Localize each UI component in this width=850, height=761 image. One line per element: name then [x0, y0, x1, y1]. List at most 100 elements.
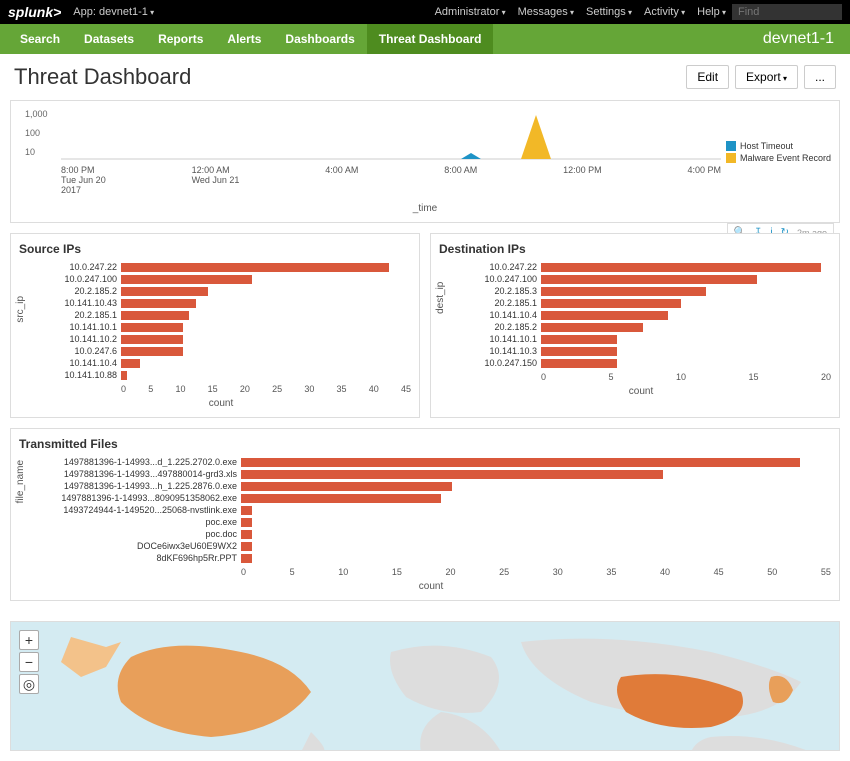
bar-label: 8dKF696hp5Rr.PPT [31, 553, 241, 563]
bar [241, 554, 252, 563]
bar-row: 1497881396-1-14993...h_1.225.2876.0.exe [31, 481, 831, 491]
x-tick: 8:00 PM Tue Jun 20 2017 [61, 165, 106, 195]
x-tick: 4:00 PM [687, 165, 721, 195]
x-tick: 30 [553, 567, 563, 577]
bar-label: 20.2.185.2 [31, 286, 121, 296]
app-selector[interactable]: App: devnet1-1 [73, 6, 154, 18]
x-tick: 5 [148, 384, 153, 394]
legend-label: Host Timeout [740, 141, 793, 151]
x-tick: 4:00 AM [325, 165, 358, 195]
bar-label: 1497881396-1-14993...497880014-grd3.xls [31, 469, 241, 479]
bar-label: 10.141.10.43 [31, 298, 121, 308]
x-tick: 25 [499, 567, 509, 577]
bar-row: 20.2.185.2 [451, 322, 831, 332]
panel-title: Source IPs [19, 242, 411, 256]
x-tick: 20 [240, 384, 250, 394]
xaxis-label: count [31, 398, 411, 409]
bar-row: 1493724944-1-149520...25068-nvstlink.exe [31, 505, 831, 515]
x-tick: 15 [208, 384, 218, 394]
bar-label: 1497881396-1-14993...h_1.225.2876.0.exe [31, 481, 241, 491]
x-tick: 0 [121, 384, 126, 394]
page-title: Threat Dashboard [14, 64, 191, 90]
bar [121, 299, 196, 308]
x-tick: 50 [767, 567, 777, 577]
legend-label: Malware Event Record [740, 153, 831, 163]
bar-label: 10.0.247.22 [31, 262, 121, 272]
bar-label: 20.2.185.1 [451, 298, 541, 308]
geo-map-panel[interactable]: + − ◎ [10, 621, 840, 751]
dest-ips-bars: 10.0.247.2210.0.247.10020.2.185.320.2.18… [451, 262, 831, 368]
nav-reports[interactable]: Reports [146, 24, 215, 54]
timeline-panel: 1,000 100 10 8:00 PM Tue Jun 20 2017 12:… [10, 100, 840, 223]
bar-row: 20.2.185.3 [451, 286, 831, 296]
bar-row: poc.exe [31, 517, 831, 527]
bar-label: 20.2.185.3 [451, 286, 541, 296]
files-panel: Transmitted Files file_name 1497881396-1… [10, 428, 840, 601]
bar-row: 1497881396-1-14993...d_1.225.2702.0.exe [31, 457, 831, 467]
x-tick: 40 [660, 567, 670, 577]
bar-label: 10.141.10.2 [31, 334, 121, 344]
bar-row: 10.141.10.4 [451, 310, 831, 320]
bar-row: DOCe6iwx3eU60E9WX2 [31, 541, 831, 551]
bar-label: 20.2.185.1 [31, 310, 121, 320]
bar [541, 323, 643, 332]
bar [121, 347, 183, 356]
dest-ips-panel: Destination IPs dest_ip 10.0.247.2210.0.… [430, 233, 840, 418]
bar-row: 10.0.247.150 [451, 358, 831, 368]
bar-row: 10.0.247.100 [31, 274, 411, 284]
x-tick: 45 [714, 567, 724, 577]
x-tick: 20 [446, 567, 456, 577]
bar [541, 275, 757, 284]
bar [241, 542, 252, 551]
bar-label: 10.141.10.4 [31, 358, 121, 368]
nav-dashboards[interactable]: Dashboards [273, 24, 366, 54]
bar-label: poc.doc [31, 529, 241, 539]
x-tick: 10 [175, 384, 185, 394]
page-header: Threat Dashboard Edit Export ... [0, 54, 850, 100]
x-tick: 0 [241, 567, 246, 577]
more-button[interactable]: ... [804, 65, 836, 89]
bar-row: 1497881396-1-14993...497880014-grd3.xls [31, 469, 831, 479]
x-tick: 0 [541, 372, 546, 382]
yaxis-label: src_ip [15, 295, 26, 322]
source-ips-bars: 10.0.247.22 10.0.247.100 20.2.185.2 10.141.… [31, 262, 411, 380]
x-tick: 55 [821, 567, 831, 577]
bar-row: poc.doc [31, 529, 831, 539]
bar [541, 287, 706, 296]
x-tick: 15 [748, 372, 758, 382]
timeline-chart: 1,000 100 10 8:00 PM Tue Jun 20 2017 12:… [19, 109, 831, 199]
nav-right-label: devnet1-1 [763, 30, 842, 48]
bar [121, 275, 252, 284]
x-tick: 35 [337, 384, 347, 394]
bar-row: 10.141.10.2 [31, 334, 411, 344]
bar [541, 347, 617, 356]
legend-swatch [726, 141, 736, 151]
export-button[interactable]: Export [735, 65, 798, 89]
bar-label: 10.0.247.6 [31, 346, 121, 356]
menu-activity[interactable]: Activity [644, 6, 685, 18]
nav-alerts[interactable]: Alerts [215, 24, 273, 54]
nav-threat-dashboard[interactable]: Threat Dashboard [367, 24, 494, 54]
y-tick: 1,000 [25, 109, 48, 119]
x-tick: 35 [606, 567, 616, 577]
nav-datasets[interactable]: Datasets [72, 24, 146, 54]
x-tick: 12:00 AM Wed Jun 21 [192, 165, 240, 195]
find-input[interactable] [732, 4, 842, 20]
x-tick: 45 [401, 384, 411, 394]
menu-messages[interactable]: Messages [518, 6, 574, 18]
menu-administrator[interactable]: Administrator [435, 6, 506, 18]
bar [541, 359, 617, 368]
xaxis-label: count [451, 386, 831, 397]
x-tick: 10 [676, 372, 686, 382]
edit-button[interactable]: Edit [686, 65, 729, 89]
bar-row: 20.2.185.1 [451, 298, 831, 308]
menu-settings[interactable]: Settings [586, 6, 632, 18]
x-tick: 15 [392, 567, 402, 577]
menu-help[interactable]: Help [697, 6, 726, 18]
nav-search[interactable]: Search [8, 24, 72, 54]
x-tick: 20 [821, 372, 831, 382]
x-tick: 12:00 PM [563, 165, 602, 195]
bar-label: 20.2.185.2 [451, 322, 541, 332]
bar-label: poc.exe [31, 517, 241, 527]
x-tick: 5 [290, 567, 295, 577]
